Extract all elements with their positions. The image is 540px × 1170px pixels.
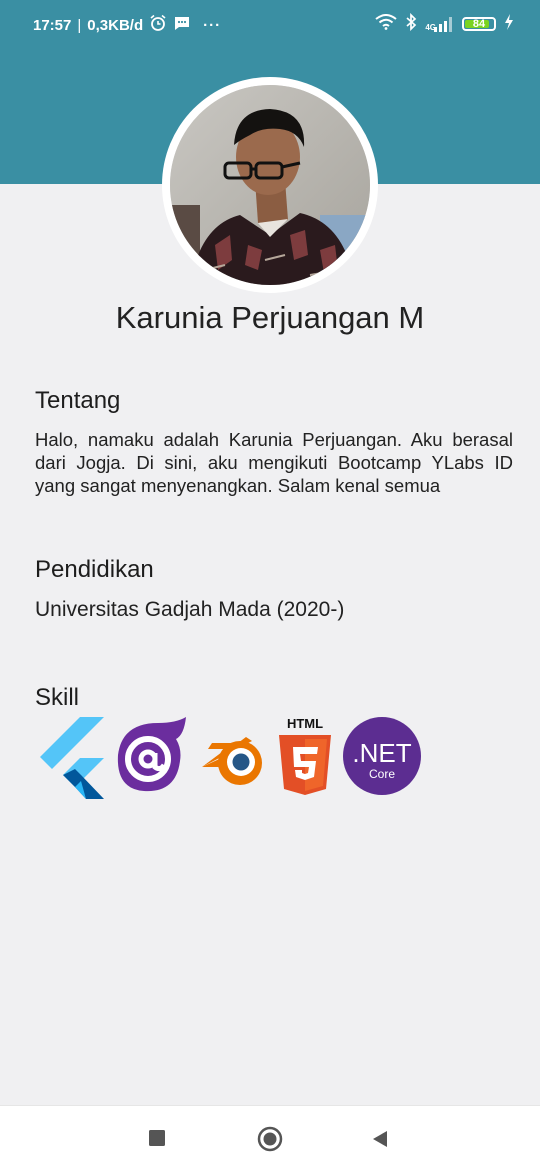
more-notifications-icon: ··· <box>203 16 222 34</box>
blender-logo <box>198 715 270 799</box>
profile-name: Karunia Perjuangan M <box>115 300 425 335</box>
blazor-logo <box>110 715 190 799</box>
status-time: 17:57 <box>33 16 72 34</box>
home-button[interactable] <box>257 1126 283 1157</box>
back-button[interactable] <box>371 1130 389 1153</box>
status-speed: 0,3KB/d <box>87 16 144 34</box>
charging-icon <box>504 14 514 34</box>
square-icon <box>149 1130 165 1146</box>
battery-level: 84 <box>472 18 486 30</box>
recent-apps-button[interactable] <box>149 1130 165 1151</box>
message-icon <box>173 14 191 36</box>
about-title: Tentang <box>35 387 121 414</box>
avatar-ring <box>162 77 378 293</box>
skill-title: Skill <box>35 684 80 711</box>
alarm-icon <box>149 14 167 36</box>
status-bar: 17:57 | 0,3KB/d ··· 4G 84 <box>0 0 540 48</box>
html5-label: HTML <box>287 716 323 731</box>
education-title: Pendidikan <box>35 556 154 583</box>
status-separator: | <box>77 16 82 34</box>
flutter-logo <box>38 715 106 799</box>
dotnet-core-logo: .NET Core <box>342 715 422 799</box>
signal-icon: 4G <box>425 16 454 32</box>
dotnet-label: .NET <box>352 738 411 768</box>
battery-icon: 84 <box>462 17 496 31</box>
html5-logo: HTML <box>276 715 334 799</box>
dotnet-core-sub: Core <box>369 767 395 781</box>
education-text: Universitas Gadjah Mada (2020-) <box>35 598 345 621</box>
triangle-back-icon <box>373 1131 387 1147</box>
profile-photo <box>170 85 370 285</box>
wifi-icon <box>375 14 397 34</box>
navigation-bar <box>0 1105 540 1170</box>
bluetooth-icon <box>405 12 417 35</box>
about-text: Halo, namaku adalah Karunia Perjuangan. … <box>35 429 513 496</box>
avatar[interactable] <box>170 85 370 285</box>
circle-icon <box>257 1126 283 1152</box>
